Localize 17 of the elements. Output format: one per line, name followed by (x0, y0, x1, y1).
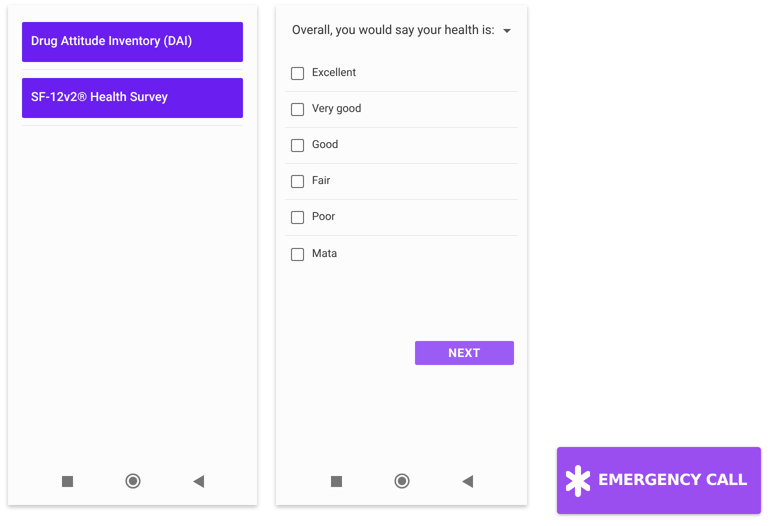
option-row[interactable]: Mata (285, 236, 518, 272)
option-row[interactable]: Very good (285, 92, 518, 128)
question-dropdown[interactable]: Overall, you would say your health is: (285, 21, 518, 41)
survey-button[interactable]: SF-12v2® Health Survey (22, 78, 243, 118)
option-label: Poor (312, 209, 336, 226)
emergency-button[interactable]: EMERGENCY CALL (557, 447, 761, 514)
option-label: Mata (312, 246, 338, 262)
option-label: Very good (312, 101, 362, 118)
option-row[interactable]: Poor (285, 200, 518, 236)
option-label: Good (312, 137, 338, 154)
survey-button[interactable]: Drug Attitude Inventory (DAI) (22, 22, 243, 62)
option-row[interactable]: Excellent (285, 56, 518, 92)
option-label: Fair (312, 173, 330, 190)
option-row[interactable]: Fair (285, 164, 518, 200)
option-label: Excellent (312, 65, 356, 82)
next-button[interactable]: NEXT (415, 340, 514, 364)
option-row[interactable]: Good (285, 128, 518, 164)
